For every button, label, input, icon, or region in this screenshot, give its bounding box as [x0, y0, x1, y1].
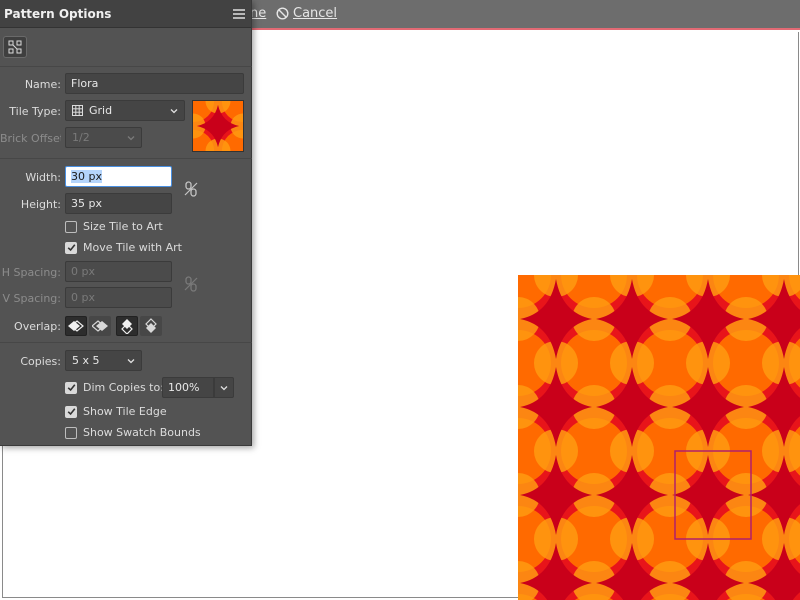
divider [0, 342, 252, 343]
divider [0, 158, 252, 159]
height-label: Height: [20, 198, 61, 211]
h-spacing-value: 0 px [71, 265, 95, 278]
show-tile-edge-label: Show Tile Edge [83, 405, 167, 418]
checkbox-box[interactable] [65, 381, 77, 394]
brick-offset-label: Brick Offset: [0, 132, 61, 145]
overlap-top-in-front-button[interactable] [116, 316, 138, 336]
grid-icon [72, 105, 83, 116]
v-spacing-label: V Spacing: [2, 292, 62, 305]
brick-offset-dropdown[interactable]: 1/2 [65, 127, 142, 148]
show-tile-edge-checkbox[interactable]: Show Tile Edge [65, 405, 167, 418]
size-tile-to-art-checkbox[interactable]: Size Tile to Art [65, 220, 163, 233]
h-spacing-field[interactable]: 0 px [65, 261, 172, 282]
cancel-button[interactable]: Cancel [276, 6, 337, 21]
v-spacing-field[interactable]: 0 px [65, 287, 172, 308]
name-label: Name: [24, 78, 61, 91]
overlap-top-icon [121, 319, 133, 334]
width-value: 30 px [71, 170, 102, 183]
panel-title: Pattern Options [4, 6, 112, 21]
move-tile-with-art-label: Move Tile with Art [83, 241, 182, 254]
copies-dropdown[interactable]: 5 x 5 [65, 350, 142, 371]
tile-type-dropdown[interactable]: Grid [65, 100, 185, 121]
done-button[interactable]: ne [250, 6, 266, 21]
move-tile-with-art-checkbox[interactable]: Move Tile with Art [65, 241, 182, 254]
brick-offset-value: 1/2 [72, 131, 90, 144]
overlap-left-icon [68, 320, 84, 332]
h-spacing-label: H Spacing: [1, 266, 61, 279]
width-label: Width: [25, 171, 61, 184]
show-swatch-bounds-label: Show Swatch Bounds [83, 426, 201, 439]
cancel-circle-icon [276, 7, 289, 20]
copies-value: 5 x 5 [72, 354, 100, 367]
checkbox-box[interactable] [65, 220, 77, 233]
overlap-left-in-front-button[interactable] [65, 316, 87, 336]
size-tile-to-art-label: Size Tile to Art [83, 220, 163, 233]
checkbox-box[interactable] [65, 241, 77, 254]
chevron-down-icon [127, 135, 135, 140]
swatch-preview [192, 100, 244, 152]
hamburger-menu-icon[interactable] [233, 8, 245, 19]
copies-label: Copies: [20, 355, 61, 368]
pattern-tile-tool-button[interactable] [3, 36, 27, 58]
dim-copies-dropdown-button[interactable] [214, 377, 234, 398]
width-field[interactable]: 30 px [65, 166, 172, 187]
overlap-label: Overlap: [14, 320, 61, 333]
panel-header[interactable]: Pattern Options [0, 0, 251, 28]
overlap-bottom-in-front-button[interactable] [140, 316, 162, 336]
name-field[interactable]: Flora [65, 73, 244, 94]
dim-copies-field[interactable]: 100% [162, 377, 214, 398]
checkmark-icon [67, 244, 75, 252]
tile-type-value: Grid [89, 104, 113, 117]
height-field[interactable]: 35 px [65, 193, 172, 214]
checkbox-box[interactable] [65, 405, 77, 418]
overlap-bottom-icon [145, 318, 157, 333]
chain-link-icon[interactable] [183, 276, 199, 292]
name-value: Flora [71, 77, 99, 90]
tile-type-label: Tile Type: [9, 105, 61, 118]
checkbox-box[interactable] [65, 426, 77, 439]
chevron-down-icon [170, 108, 178, 113]
checkmark-icon [67, 408, 75, 416]
dim-copies-label: Dim Copies to: [83, 381, 164, 394]
chevron-down-icon [220, 385, 228, 390]
chain-link-icon[interactable] [183, 181, 199, 197]
pattern-fill [518, 275, 800, 600]
checkmark-icon [67, 384, 75, 392]
cancel-label: Cancel [293, 6, 338, 21]
chevron-down-icon [127, 358, 135, 363]
v-spacing-value: 0 px [71, 291, 95, 304]
overlap-right-in-front-button[interactable] [89, 316, 111, 336]
pattern-options-panel: Pattern Options Name: Flora Tile Type: G… [0, 0, 252, 446]
dim-copies-value: 100% [168, 381, 200, 394]
pattern-preview[interactable] [518, 275, 800, 600]
height-value: 35 px [71, 197, 102, 210]
show-swatch-bounds-checkbox[interactable]: Show Swatch Bounds [65, 426, 201, 439]
overlap-right-icon [92, 320, 108, 332]
pattern-tile-tool-icon [8, 40, 22, 54]
dim-copies-checkbox[interactable]: Dim Copies to: [65, 381, 164, 394]
divider [0, 66, 252, 67]
